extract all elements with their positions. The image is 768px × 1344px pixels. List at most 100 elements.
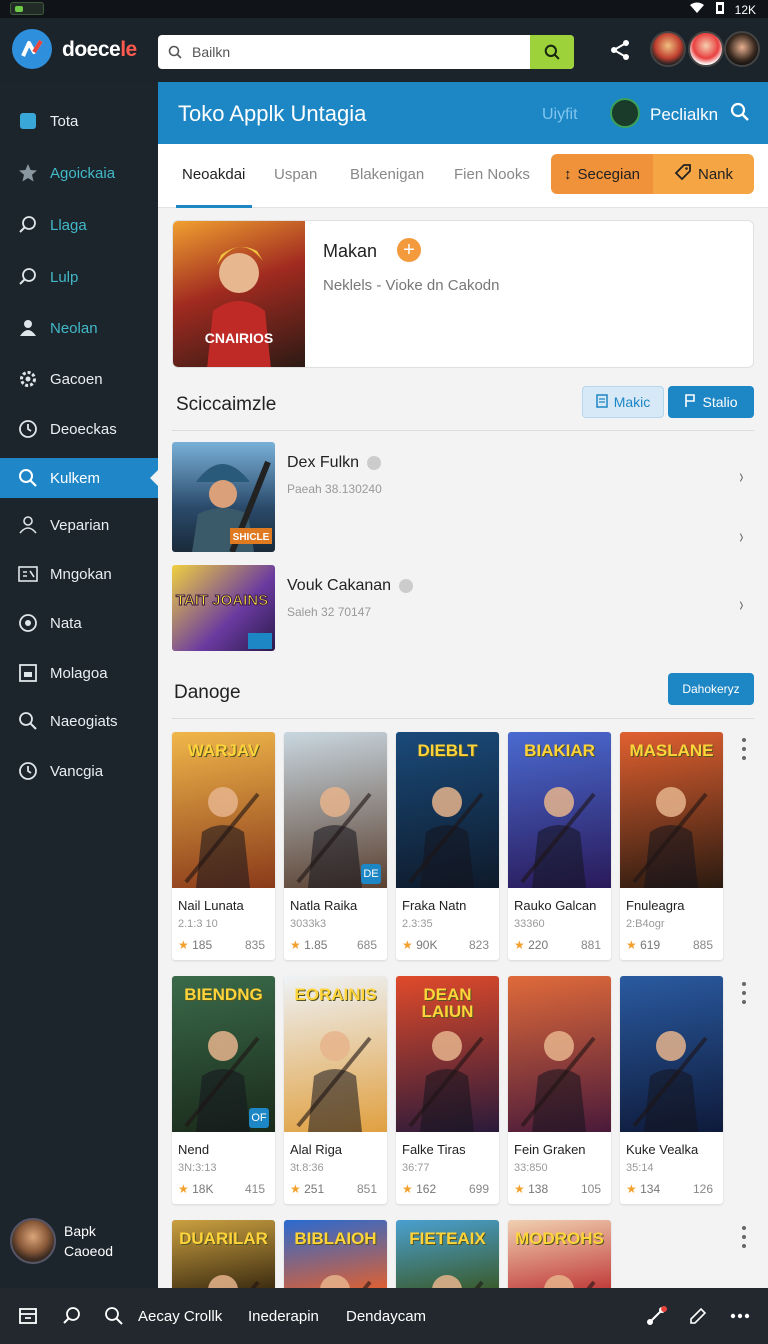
bottom-bar: Aecay Crollk Inederapin Dendaycam — [0, 1288, 768, 1344]
gear-icon — [16, 367, 40, 391]
primary-action-button[interactable]: ↕ Secegian — [551, 154, 653, 194]
app-card[interactable]: MASLANE Fnuleagra 2:B4ogr ★ 619 885 — [620, 732, 723, 960]
bottom-nav-item[interactable]: Inederapin — [248, 1288, 319, 1344]
avatar[interactable] — [688, 31, 724, 67]
edit-icon[interactable] — [684, 1288, 712, 1344]
more-options-icon[interactable] — [740, 738, 748, 760]
list-item-subtitle: Paeah 38.130240 — [287, 482, 382, 496]
tab-fien-nooks[interactable]: Fien Nooks — [454, 166, 530, 183]
app-card-image: DEAN LAIUN — [396, 976, 499, 1132]
sidebar: Tota Agoickaia Llaga Lulp Neolan Gacoen … — [0, 82, 158, 1288]
avatar[interactable] — [724, 31, 760, 67]
app-card[interactable]: DIEBLT Fraka Natn 2.3:35 ★ 90K 823 — [396, 732, 499, 960]
more-options-icon[interactable] — [740, 1226, 748, 1248]
search-input[interactable]: Bailkn — [192, 44, 530, 60]
list-item-title-text: Dex Fulkn — [287, 454, 360, 471]
app-card-rating: ★ 1.85 — [290, 938, 327, 952]
sidebar-user[interactable]: Bapk Caoeod — [10, 1218, 113, 1264]
sidebar-item-gacoen[interactable]: Gacoen — [0, 359, 158, 399]
sidebar-item-lulp[interactable]: Lulp — [0, 257, 158, 297]
sort-icon: ↕ — [563, 165, 572, 183]
secondary-action-button[interactable]: Nank — [653, 154, 754, 194]
profile-icon[interactable] — [610, 98, 640, 128]
app-card-image: BIAKIAR — [508, 732, 611, 888]
search-bar[interactable]: Bailkn — [158, 35, 574, 69]
sidebar-item-veparian[interactable]: Veparian — [0, 505, 158, 545]
sidebar-item-kulkem[interactable]: Kulkem — [0, 458, 158, 498]
share-icon[interactable] — [606, 36, 634, 64]
chevron-right-icon[interactable]: › — [739, 466, 743, 489]
app-card-image: DUARILAR — [172, 1220, 275, 1288]
chevron-right-icon[interactable]: › — [739, 594, 743, 617]
sidebar-item-nata[interactable]: Nata — [0, 603, 158, 643]
app-card-art-text: BIENDNG — [184, 985, 263, 1004]
app-card-badge: OF — [249, 1108, 269, 1128]
app-card-rating: ★ 251 — [290, 1182, 324, 1196]
sidebar-item-tota[interactable]: Tota — [0, 101, 158, 141]
header-label[interactable]: Peclialkn — [650, 105, 718, 125]
sidebar-item-naeogiats[interactable]: Naeogiats — [0, 701, 158, 741]
app-card[interactable]: WARJAV Nail Lunata 2.1:3 10 ★ 185 835 — [172, 732, 275, 960]
sidebar-item-vancgia[interactable]: Vancgia — [0, 751, 158, 791]
app-logo[interactable] — [12, 29, 52, 69]
sidebar-item-neolan[interactable]: Neolan — [0, 308, 158, 348]
top-bar: doecele Bailkn — [0, 18, 768, 82]
sidebar-item-deoeckas[interactable]: Deoeckas — [0, 409, 158, 449]
sidebar-item-label: Neolan — [50, 319, 98, 337]
app-card-count: 823 — [468, 938, 489, 952]
app-card-subtitle: 3N:3:13 — [178, 1162, 217, 1174]
list-item[interactable]: TAIT JOAINS Vouk Cakanan Saleh 32 70147 — [172, 565, 754, 651]
tab-blakenigan[interactable]: Blakenigan — [350, 166, 424, 183]
app-card[interactable]: FIETEAIX — [396, 1220, 499, 1288]
sidebar-item-molagoa[interactable]: Molagoa — [0, 653, 158, 693]
list-item-badge: SHICLE — [233, 532, 270, 543]
bottom-nav-item[interactable]: Aecay Crollk — [138, 1288, 222, 1344]
main-header: Toko Applk Untagia Uiyfit Peclialkn — [158, 82, 768, 144]
add-button[interactable]: + — [397, 238, 421, 262]
app-card[interactable]: DEAN LAIUN Falke Tiras 36:77 ★ 162 699 — [396, 976, 499, 1204]
user-name: Bapk — [64, 1223, 96, 1239]
app-card-art-text: MASLANE — [629, 741, 714, 760]
share-icon[interactable] — [642, 1288, 670, 1344]
avatar[interactable] — [650, 31, 686, 67]
app-card[interactable]: Kuke Vealka 35:14 ★ 134 126 — [620, 976, 723, 1204]
app-card[interactable]: MODROHS — [508, 1220, 611, 1288]
list-item[interactable]: SHICLE Dex Fulkn Paeah 38.130240 — [172, 442, 754, 552]
danoge-button[interactable]: Dahokeryz — [668, 673, 754, 705]
star-icon: ★ — [626, 1182, 641, 1196]
chevron-right-icon[interactable]: › — [739, 526, 743, 549]
sidebar-item-llaga[interactable]: Llaga — [0, 205, 158, 245]
app-card-rating: ★ 185 — [178, 938, 212, 952]
app-card-subtitle: 33360 — [514, 918, 545, 930]
search-icon[interactable] — [100, 1288, 128, 1344]
tab-neoakdai[interactable]: Neoakdai — [182, 166, 245, 183]
app-card[interactable]: EORAINIS Alal Riga 3t.8:36 ★ 251 851 — [284, 976, 387, 1204]
app-card[interactable]: DUARILAR — [172, 1220, 275, 1288]
app-icon — [16, 109, 40, 133]
header-link[interactable]: Uiyfit — [542, 106, 578, 124]
app-card[interactable]: BIAKIAR Rauko Galcan 33360 ★ 220 881 — [508, 732, 611, 960]
circle-icon — [16, 611, 40, 635]
makic-button[interactable]: Makic — [582, 386, 664, 418]
more-options-icon[interactable] — [726, 1288, 754, 1344]
sidebar-item-label: Veparian — [50, 516, 110, 534]
app-card-image: EORAINIS — [284, 976, 387, 1132]
stalio-button[interactable]: Stalio — [668, 386, 754, 418]
app-card[interactable]: Fein Graken 33:850 ★ 138 105 — [508, 976, 611, 1204]
app-card-art-text: DEAN LAIUN — [421, 985, 474, 1021]
more-options-icon[interactable] — [740, 982, 748, 1004]
tab-uspan[interactable]: Uspan — [274, 166, 317, 183]
search-icon[interactable] — [58, 1288, 86, 1344]
search-button[interactable] — [530, 35, 574, 69]
search-icon[interactable] — [730, 102, 752, 124]
app-card[interactable]: DE Natla Raika 3033k3 ★ 1.85 685 — [284, 732, 387, 960]
archive-icon[interactable] — [14, 1288, 42, 1344]
bottom-nav-item[interactable]: Dendaycam — [346, 1288, 426, 1344]
document-icon — [595, 393, 608, 411]
app-card[interactable]: BIBLAIOH — [284, 1220, 387, 1288]
star-icon: ★ — [626, 938, 641, 952]
featured-card[interactable]: CNAIRIOS Makan + Neklels - Vioke dn Cako… — [172, 220, 754, 368]
sidebar-item-mngokan[interactable]: Mngokan — [0, 554, 158, 594]
app-card[interactable]: BIENDNG OF Nend 3N:3:13 ★ 18K 415 — [172, 976, 275, 1204]
sidebar-item-agoickaia[interactable]: Agoickaia — [0, 153, 158, 193]
